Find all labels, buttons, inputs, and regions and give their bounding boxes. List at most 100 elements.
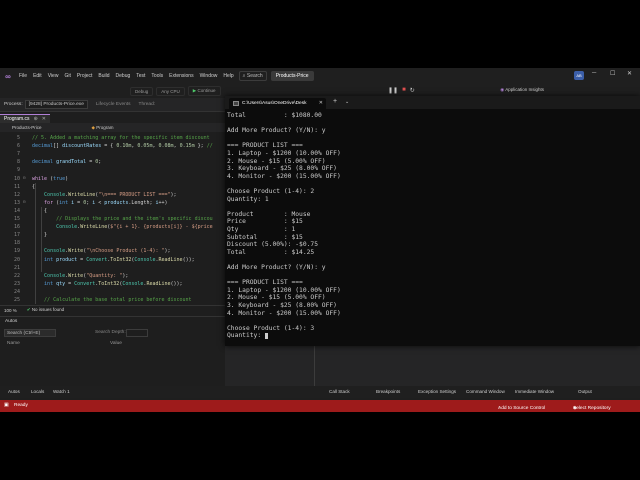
console-line: 1. Laptop - $1200 (10.00% OFF) bbox=[227, 150, 341, 157]
console-window[interactable]: C:\Users\Asus\OneDrive\Desk ✕ + ⌄ Total … bbox=[225, 96, 640, 346]
code-line[interactable]: 16 Console.WriteLine($"{i + 1}. {product… bbox=[0, 223, 225, 231]
code-line[interactable]: 6 decimal[] discountRates = { 0.10m, 0.05… bbox=[0, 142, 225, 150]
menu-project[interactable]: Project bbox=[74, 73, 96, 79]
console-line: 2. Mouse - $15 (5.00% OFF) bbox=[227, 294, 326, 302]
process-label: Process: bbox=[4, 102, 23, 107]
code-line[interactable]: 17 } bbox=[0, 231, 225, 239]
menu-view[interactable]: View bbox=[45, 73, 62, 79]
menu-tools[interactable]: Tools bbox=[148, 73, 166, 79]
console-line: Quantity: bbox=[227, 332, 265, 340]
console-line: Total : $14.25 bbox=[227, 248, 315, 256]
minimize-icon[interactable]: ─ bbox=[592, 70, 596, 76]
line-number: 19 bbox=[13, 248, 20, 255]
chevron-down-icon[interactable]: ⌄ bbox=[345, 99, 349, 105]
navigation-bar: Products-Price ◆ Program bbox=[0, 123, 225, 132]
search-depth-dropdown[interactable] bbox=[126, 329, 148, 337]
tab-output[interactable]: Output bbox=[578, 389, 592, 394]
fold-toggle-icon[interactable]: ⊟ bbox=[23, 199, 28, 204]
tab-watch-1[interactable]: Watch 1 bbox=[53, 389, 70, 394]
search-depth-label: Search Depth: bbox=[95, 330, 126, 335]
code-line[interactable]: 12 Console.WriteLine("\n=== PRODUCT LIST… bbox=[0, 191, 225, 199]
console-line: 4. Monitor - $200 (15.00% OFF) bbox=[227, 309, 341, 317]
lifecycle-events-button[interactable]: Lifecycle Events bbox=[96, 102, 131, 107]
code-line[interactable]: 20 int product = Convert.ToInt32(Console… bbox=[0, 256, 225, 264]
platform-dropdown[interactable]: Any CPU bbox=[156, 86, 185, 96]
issues-indicator[interactable]: ✔ No issues found bbox=[27, 307, 64, 313]
autos-title: Autos bbox=[5, 319, 18, 324]
console-line: Choose Product (1-4): 2 bbox=[227, 188, 315, 195]
menu-debug[interactable]: Debug bbox=[113, 73, 134, 79]
tab-command-window[interactable]: Command Window bbox=[466, 389, 505, 394]
new-tab-icon[interactable]: + bbox=[333, 98, 337, 105]
line-number: 20 bbox=[13, 256, 20, 263]
config-dropdown[interactable]: Debug bbox=[130, 86, 154, 96]
code-line[interactable]: 18 bbox=[0, 239, 225, 247]
code-line[interactable]: 19 Console.Write("\nChoose Product (1-4)… bbox=[0, 247, 225, 255]
tab-program-cs[interactable]: Program.cs ⊕ ✕ bbox=[0, 113, 50, 123]
code-editor[interactable]: 5 // 5. Added a matching array for the sp… bbox=[0, 132, 225, 304]
tab-breakpoints[interactable]: Breakpoints bbox=[376, 389, 400, 394]
status-bar: ▣ Ready ↑ Add to Source Control ◈ Select… bbox=[0, 400, 640, 412]
console-tab[interactable]: C:\Users\Asus\OneDrive\Desk ✕ bbox=[229, 98, 326, 109]
nav-project-dropdown[interactable]: Products-Price bbox=[12, 125, 42, 130]
menu-help[interactable]: Help bbox=[220, 73, 236, 79]
pause-icon[interactable]: ❚❚ bbox=[388, 87, 398, 94]
source-control-label: Add to Source Control bbox=[498, 406, 546, 411]
menu-bar: ∞ File Edit View Git Project Build Debug… bbox=[0, 68, 640, 84]
tab-call-stack[interactable]: Call Stack bbox=[329, 389, 350, 394]
fold-toggle-icon[interactable]: ⊟ bbox=[23, 175, 28, 180]
visual-studio-logo-icon[interactable]: ∞ bbox=[3, 71, 13, 81]
code-line[interactable]: 11{ bbox=[0, 183, 225, 191]
line-number: 9 bbox=[16, 167, 20, 174]
application-insights-button[interactable]: ◉ Application Insights bbox=[500, 87, 544, 93]
code-line[interactable]: 25 // Calculate the base total price bef… bbox=[0, 296, 225, 304]
stop-icon[interactable]: ■ bbox=[402, 87, 406, 94]
tab-exception-settings[interactable]: Exception Settings bbox=[418, 389, 456, 394]
code-text: int product = Convert.ToInt32(Console.Re… bbox=[44, 256, 195, 263]
menu-git[interactable]: Git bbox=[61, 73, 73, 79]
search-box[interactable]: ⌕ Search bbox=[238, 71, 267, 81]
code-line[interactable]: 22 Console.Write("Quantity: "); bbox=[0, 272, 225, 280]
tab-close-icon[interactable]: ✕ bbox=[42, 116, 46, 122]
code-line[interactable]: 21 bbox=[0, 264, 225, 272]
value-column-header[interactable]: Value bbox=[110, 341, 122, 346]
menu-edit[interactable]: Edit bbox=[30, 73, 45, 79]
autos-panel: Autos Search (Ctrl+E) Search Depth: Name… bbox=[0, 316, 225, 386]
code-line[interactable]: 8 decimal grandTotal = 0; bbox=[0, 158, 225, 166]
console-line: Total : $1080.00 bbox=[227, 112, 322, 119]
menu-build[interactable]: Build bbox=[95, 73, 112, 79]
tab-immediate-window[interactable]: Immediate Window bbox=[515, 389, 554, 394]
continue-button[interactable]: ▶ Continue bbox=[187, 86, 221, 96]
nav-class-dropdown[interactable]: ◆ Program bbox=[92, 125, 114, 131]
code-line[interactable]: 9 bbox=[0, 166, 225, 174]
console-line: 3. Keyboard - $25 (8.00% OFF) bbox=[227, 165, 337, 173]
insights-icon: ◉ bbox=[500, 87, 505, 92]
console-line: Subtotal : $15 bbox=[227, 233, 303, 241]
menu-file[interactable]: File bbox=[16, 73, 30, 79]
code-line[interactable]: 14 { bbox=[0, 207, 225, 215]
code-line[interactable]: 10 while (true) bbox=[0, 175, 225, 183]
autos-search-input[interactable]: Search (Ctrl+E) bbox=[4, 329, 56, 337]
tab-locals[interactable]: Locals bbox=[31, 389, 44, 394]
avatar[interactable]: AB bbox=[574, 71, 584, 80]
menu-test[interactable]: Test bbox=[133, 73, 148, 79]
zoom-level[interactable]: 100 % bbox=[4, 308, 17, 313]
name-column-header[interactable]: Name bbox=[7, 341, 20, 346]
menu-window[interactable]: Window bbox=[197, 73, 221, 79]
console-output[interactable]: Total : $1080.00 Add More Product? (Y/N):… bbox=[227, 112, 637, 344]
code-line[interactable]: 24 bbox=[0, 288, 225, 296]
code-line[interactable]: 13 for (int i = 0; i < products.Length; … bbox=[0, 199, 225, 207]
pin-icon[interactable]: ⊕ bbox=[34, 116, 38, 122]
menu-extensions[interactable]: Extensions bbox=[166, 73, 196, 79]
close-icon[interactable]: ✕ bbox=[627, 70, 632, 77]
restart-icon[interactable]: ↻ bbox=[410, 87, 415, 94]
process-dropdown[interactable]: [9428] Products-Price.exe bbox=[24, 100, 88, 109]
code-line[interactable]: 15 // Displays the price and the item's … bbox=[0, 215, 225, 223]
tab-autos[interactable]: Autos bbox=[8, 389, 20, 394]
maximize-icon[interactable]: ☐ bbox=[610, 70, 615, 77]
code-line[interactable]: 23 int qty = Convert.ToInt32(Console.Rea… bbox=[0, 280, 225, 288]
code-line[interactable]: 5 // 5. Added a matching array for the sp… bbox=[0, 134, 225, 142]
console-tab-close-icon[interactable]: ✕ bbox=[319, 100, 323, 106]
code-line[interactable]: 7 bbox=[0, 150, 225, 158]
line-number: 16 bbox=[13, 224, 20, 231]
